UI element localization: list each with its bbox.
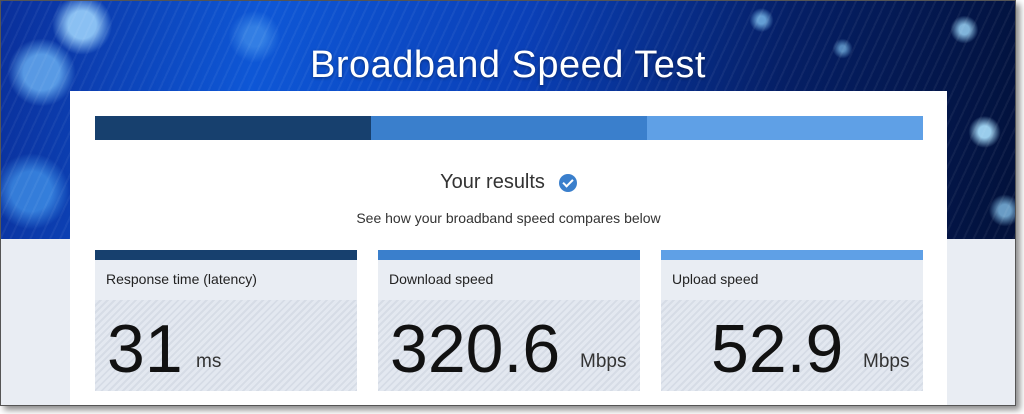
results-card: Your results See how your broadband spee…: [70, 91, 947, 405]
metric-unit: ms: [196, 351, 222, 372]
metric-number: 52.9: [711, 311, 844, 387]
screenshot-frame: Broadband Speed Test Your results See ho…: [0, 0, 1016, 406]
test-progress-bar: [95, 116, 923, 140]
metric-label: Upload speed: [672, 271, 759, 287]
results-subtext: See how your broadband speed compares be…: [356, 210, 661, 226]
metric-number: 320.6: [390, 311, 561, 387]
metric-label: Response time (latency): [106, 271, 257, 287]
metric-label: Download speed: [389, 271, 494, 287]
metric-value-panel: 31 ms: [95, 300, 357, 391]
metric-download: Download speed 320.6 Mbps: [378, 250, 640, 391]
metric-number: 31: [107, 311, 183, 387]
page-title: Broadband Speed Test: [310, 44, 706, 87]
progress-segment-upload: [647, 116, 923, 140]
metric-color-bar: [95, 250, 357, 260]
progress-segment-latency: [95, 116, 371, 140]
metric-unit: Mbps: [863, 351, 910, 372]
metric-value-panel: 320.6 Mbps: [378, 300, 640, 391]
progress-segment-download: [371, 116, 647, 140]
check-circle-icon: [558, 173, 577, 192]
metric-upload: Upload speed 52.9 Mbps: [661, 250, 923, 391]
metric-color-bar: [378, 250, 640, 260]
results-heading: Your results: [70, 171, 947, 194]
metric-unit: Mbps: [580, 351, 627, 372]
metric-color-bar: [661, 250, 923, 260]
metric-value-panel: 52.9 Mbps: [661, 300, 923, 391]
metric-latency: Response time (latency) 31 ms: [95, 250, 357, 391]
results-heading-text: Your results: [440, 171, 545, 193]
